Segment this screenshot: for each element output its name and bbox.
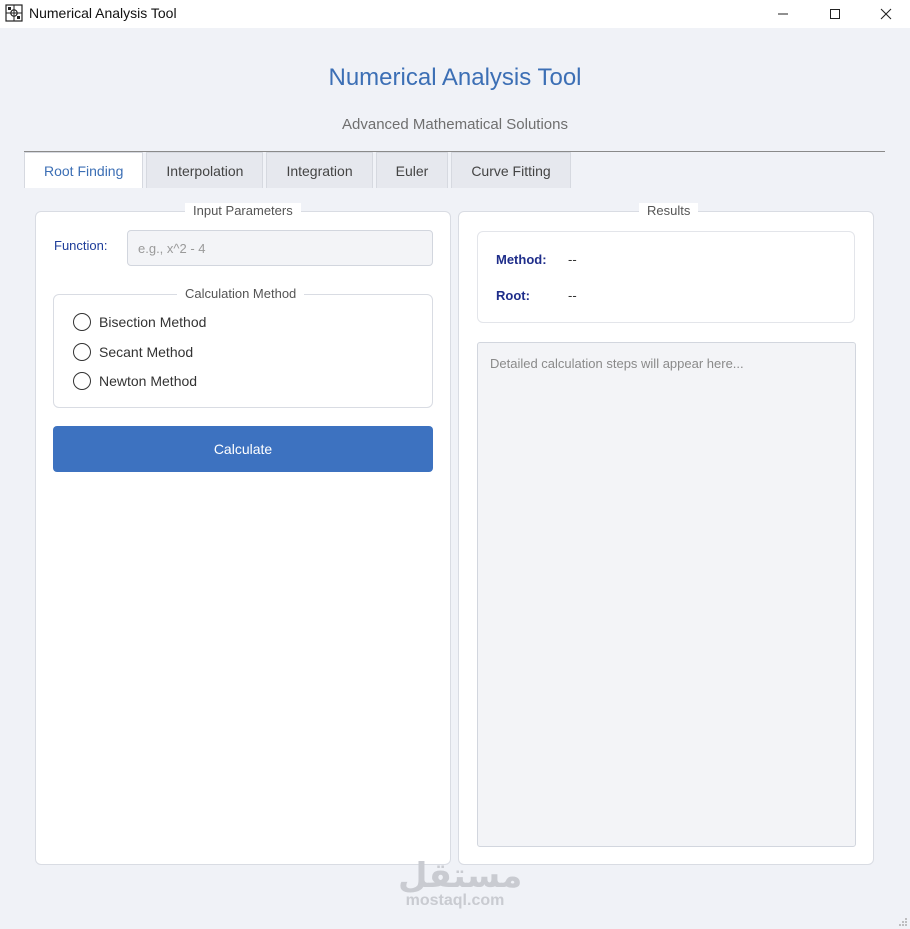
tab-euler[interactable]: Euler — [375, 152, 449, 188]
window-titlebar: Numerical Analysis Tool — [0, 0, 910, 28]
radio-circle-icon[interactable] — [73, 343, 91, 361]
root-value: -- — [568, 288, 577, 303]
maximize-icon — [830, 9, 840, 19]
close-icon — [880, 8, 892, 20]
window-body: Numerical Analysis Tool Advanced Mathema… — [0, 28, 910, 929]
window-title: Numerical Analysis Tool — [29, 5, 177, 21]
radio-circle-icon[interactable] — [73, 372, 91, 390]
radio-bisection[interactable]: Bisection Method — [73, 313, 206, 331]
app-icon — [5, 4, 23, 22]
radio-newton[interactable]: Newton Method — [73, 372, 197, 390]
function-input[interactable] — [127, 230, 433, 266]
calculation-steps-textarea[interactable]: Detailed calculation steps will appear h… — [477, 342, 856, 847]
results-group: Results Method: -- Root: -- Detailed cal… — [458, 203, 874, 865]
tab-bar: Root Finding Interpolation Integration E… — [24, 152, 574, 189]
method-label: Method: — [496, 252, 547, 267]
calculate-button[interactable]: Calculate — [53, 426, 433, 472]
maximize-button[interactable] — [812, 0, 858, 28]
resize-grip-icon[interactable] — [898, 917, 908, 927]
input-parameters-group: Input Parameters Function: Calculation M… — [35, 203, 451, 865]
results-summary-card: Method: -- Root: -- — [477, 231, 855, 323]
tab-integration[interactable]: Integration — [266, 152, 373, 188]
radio-secant[interactable]: Secant Method — [73, 343, 193, 361]
radio-bisection-label: Bisection Method — [99, 314, 207, 330]
tab-curve-fitting[interactable]: Curve Fitting — [451, 152, 571, 188]
radio-circle-icon[interactable] — [73, 313, 91, 331]
tab-interpolation[interactable]: Interpolation — [146, 152, 264, 188]
tab-content: Input Parameters Function: Calculation M… — [24, 188, 886, 928]
method-value: -- — [568, 252, 577, 267]
radio-secant-label: Secant Method — [99, 344, 194, 360]
minimize-button[interactable] — [760, 0, 806, 28]
function-label: Function: — [54, 238, 108, 253]
page-title: Numerical Analysis Tool — [328, 64, 582, 91]
input-parameters-legend: Input Parameters — [185, 203, 301, 219]
root-label: Root: — [496, 288, 530, 303]
results-legend: Results — [639, 203, 699, 219]
calculation-method-legend: Calculation Method — [177, 286, 305, 302]
radio-newton-label: Newton Method — [99, 373, 198, 389]
calculation-method-group: Calculation Method Bisection Method Seca… — [53, 286, 433, 408]
tab-root-finding[interactable]: Root Finding — [24, 152, 144, 189]
close-button[interactable] — [863, 0, 909, 28]
minimize-icon — [778, 13, 788, 15]
page-subtitle: Advanced Mathematical Solutions — [342, 116, 568, 133]
